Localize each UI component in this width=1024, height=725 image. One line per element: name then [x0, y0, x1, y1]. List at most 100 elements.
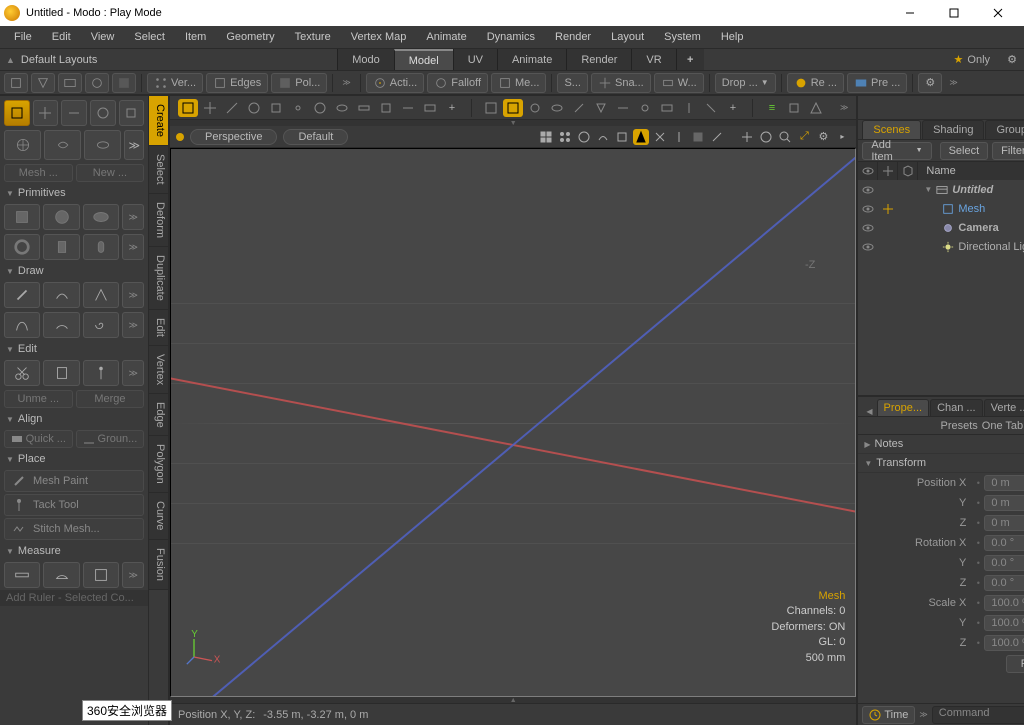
mode-add[interactable]: +	[676, 49, 704, 70]
vp-plus2-icon[interactable]: +	[723, 99, 743, 117]
vp-opt-7[interactable]	[652, 129, 668, 145]
vp-tool-11[interactable]	[398, 99, 418, 117]
stitch-mesh-button[interactable]: Stitch Mesh...	[4, 518, 144, 540]
scene-row-camera[interactable]: Camera	[858, 218, 1024, 237]
col-permission-icon[interactable]	[898, 162, 918, 180]
menu-select[interactable]: Select	[126, 29, 173, 45]
gear-tool-icon[interactable]: ⚙	[918, 73, 942, 93]
spiral-tool[interactable]	[83, 312, 119, 338]
layout-dropdown-icon[interactable]: ▲	[6, 55, 15, 65]
scale-tool-button[interactable]	[119, 100, 145, 126]
vp-chev2-icon[interactable]: ▸	[834, 129, 850, 145]
align-header[interactable]: ▼Align	[0, 410, 148, 428]
field-scl-x[interactable]: 100.0 %	[984, 595, 1024, 611]
quick-align-button[interactable]: Quick ...	[4, 430, 73, 448]
mode-vr[interactable]: VR	[631, 49, 675, 70]
chevron-icon[interactable]: ≫	[338, 78, 354, 87]
col-visibility-icon[interactable]	[858, 162, 878, 180]
menu-system[interactable]: System	[656, 29, 709, 45]
field-rot-z[interactable]: 0.0 °	[984, 575, 1024, 591]
time-button[interactable]: Time	[862, 706, 915, 724]
minimize-button[interactable]	[888, 0, 932, 26]
vp-g6-icon[interactable]	[635, 99, 655, 117]
menu-dynamics[interactable]: Dynamics	[479, 29, 543, 45]
mesh-dropdown[interactable]: Mesh ...	[4, 164, 73, 182]
menu-file[interactable]: File	[6, 29, 40, 45]
vp-tool-10[interactable]	[376, 99, 396, 117]
layouts-label[interactable]: Default Layouts	[21, 54, 97, 66]
tab-scenes[interactable]: Scenes	[862, 120, 921, 139]
vp-tool-5[interactable]	[266, 99, 286, 117]
cube-primitive[interactable]	[4, 204, 40, 230]
one-tab-dropdown[interactable]: One Tab▼	[982, 420, 1024, 432]
vertices-button[interactable]: Ver...	[147, 73, 203, 93]
paste-tool[interactable]	[43, 360, 79, 386]
item-mode-button[interactable]	[4, 100, 30, 126]
vtab-edit[interactable]: Edit	[149, 310, 168, 346]
tab-properties[interactable]: Prope...	[877, 399, 930, 416]
add-ruler-label[interactable]: Add Ruler - Selected Co...	[0, 590, 148, 606]
preview-button[interactable]: Pre ...	[847, 73, 907, 93]
unmerge-button[interactable]: Unme ...	[4, 390, 73, 408]
vp-g5-icon[interactable]	[613, 99, 633, 117]
cut-tool[interactable]	[4, 360, 40, 386]
sketch-tool[interactable]	[43, 282, 79, 308]
notes-section[interactable]: ▶Notes	[858, 435, 1024, 454]
vtab-polygon[interactable]: Polygon	[149, 436, 168, 493]
only-toggle[interactable]: ★Only	[944, 53, 1001, 66]
vp-pan-icon[interactable]	[739, 129, 755, 145]
vp-maximize-icon[interactable]: ⤢	[796, 129, 812, 145]
menu-view[interactable]: View	[83, 29, 123, 45]
mode-modo[interactable]: Modo	[337, 49, 394, 70]
vp-rotate-icon[interactable]	[244, 99, 264, 117]
field-pos-y[interactable]: 0 m	[984, 495, 1024, 511]
vp-g9-icon[interactable]	[701, 99, 721, 117]
vtab-deform[interactable]: Deform	[149, 194, 168, 247]
ground-button[interactable]: Groun...	[76, 430, 145, 448]
filter-button[interactable]: Filter	[992, 142, 1024, 160]
box-measure-tool[interactable]	[83, 562, 119, 588]
primitives-more-2[interactable]: ≫	[122, 234, 144, 260]
scene-row-light[interactable]: Directional Light	[858, 237, 1024, 256]
cylinder-primitive[interactable]	[43, 234, 79, 260]
edit-more[interactable]: ≫	[122, 360, 144, 386]
mode-uv[interactable]: UV	[453, 49, 497, 70]
vp-frame-icon[interactable]	[481, 99, 501, 117]
scene-row-untitled[interactable]: ▼Untitled	[858, 180, 1024, 199]
vp-item-icon[interactable]	[503, 99, 523, 117]
vtab-vertex[interactable]: Vertex	[149, 346, 168, 394]
vp-g3-icon[interactable]	[569, 99, 589, 117]
place-header[interactable]: ▼Place	[0, 450, 148, 468]
cmd-chev-icon[interactable]: ≫	[919, 710, 927, 719]
falloff-button[interactable]: Falloff	[427, 73, 488, 93]
maximize-button[interactable]	[932, 0, 976, 26]
capsule-primitive[interactable]	[83, 234, 119, 260]
measure-more[interactable]: ≫	[122, 562, 144, 588]
curve-tool[interactable]	[83, 282, 119, 308]
vp-g4-icon[interactable]	[591, 99, 611, 117]
3d-viewport[interactable]: -Z Mesh Channels: 0 Deformers: ON GL: 0 …	[170, 148, 856, 697]
vp-g8-icon[interactable]	[679, 99, 699, 117]
sel-tool-3[interactable]	[58, 73, 82, 93]
transform-1[interactable]	[4, 130, 41, 160]
tack-tool-button[interactable]: Tack Tool	[4, 494, 144, 516]
menu-edit[interactable]: Edit	[44, 29, 79, 45]
select-button[interactable]: Select	[940, 142, 989, 160]
vp-tool-12[interactable]	[420, 99, 440, 117]
vp-tool-8[interactable]	[332, 99, 352, 117]
vp-cube-icon[interactable]	[178, 99, 198, 117]
field-rot-y[interactable]: 0.0 °	[984, 555, 1024, 571]
arc-tool[interactable]	[43, 312, 79, 338]
vp-opt-8[interactable]	[671, 129, 687, 145]
draw-header[interactable]: ▼Draw	[0, 262, 148, 280]
edges-button[interactable]: Edges	[206, 73, 268, 93]
vtab-create[interactable]: Create	[149, 96, 168, 146]
field-scl-y[interactable]: 100.0 %	[984, 615, 1024, 631]
rotate-tool-button[interactable]	[90, 100, 116, 126]
vp-tool-7[interactable]	[310, 99, 330, 117]
col-pin-icon[interactable]	[878, 162, 898, 180]
menu-animate[interactable]: Animate	[418, 29, 474, 45]
mode-model[interactable]: Model	[394, 49, 453, 70]
mesh-button[interactable]: Me...	[491, 73, 546, 93]
symmetry-button[interactable]: S...	[557, 73, 588, 93]
